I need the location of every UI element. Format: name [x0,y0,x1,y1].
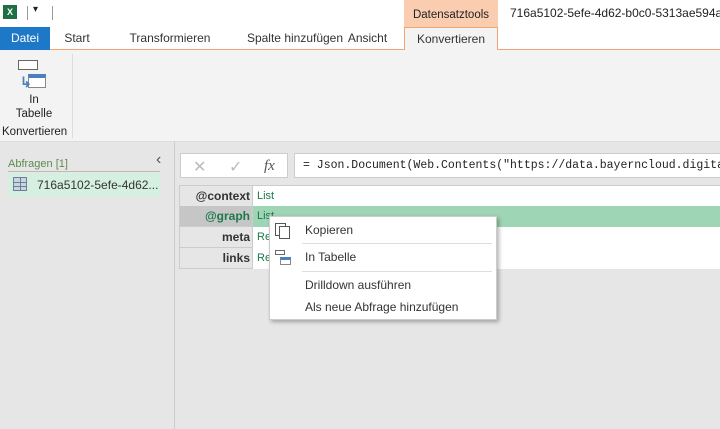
collapse-panel-icon[interactable]: ‹ [156,151,161,169]
tab-start[interactable]: Start [52,27,102,50]
cancel-icon[interactable]: ✕ [193,157,206,177]
ribbon-tabs: Datei Start Transformieren Spalte hinzuf… [0,27,720,51]
to-table-icon: ↳ [18,60,50,92]
excel-logo-icon: X [3,5,17,19]
title-bar: X ▾ Datensatztools 716a5102-5efe-4d62-b0… [0,0,720,27]
queries-panel: Abfragen [1] ‹ 716a5102-5efe-4d62... [0,142,175,429]
menu-item-als-neue-abfrage[interactable]: Als neue Abfrage hinzufügen [270,297,496,317]
record-row[interactable]: @context List [179,185,720,207]
formula-input[interactable]: = Json.Document(Web.Contents("https://da… [294,153,720,178]
tab-datei[interactable]: Datei [0,27,50,50]
formula-bar: ✕ ✓ fx = Json.Document(Web.Contents("htt… [180,153,720,178]
tab-transformieren[interactable]: Transformieren [110,27,230,50]
in-tabelle-button[interactable]: ↳ In Tabelle [4,58,64,122]
queries-header: Abfragen [1] [8,158,68,170]
context-menu: Kopieren In Tabelle Drilldown ausführen … [269,216,497,320]
query-item[interactable]: 716a5102-5efe-4d62... [8,173,160,197]
confirm-icon[interactable]: ✓ [229,157,242,177]
tab-ansicht[interactable]: Ansicht [340,27,395,50]
menu-item-drilldown[interactable]: Drilldown ausführen [270,275,496,295]
menu-item-kopieren[interactable]: Kopieren [270,220,496,240]
quick-access-dropdown-icon[interactable]: ▾ [33,4,38,15]
tab-spalte-hinzufuegen[interactable]: Spalte hinzufügen [240,27,350,50]
menu-item-in-tabelle[interactable]: In Tabelle [270,247,496,267]
context-tab-group: Datensatztools [404,0,498,27]
ribbon: ↳ In Tabelle Konvertieren [0,50,720,142]
fx-icon[interactable]: fx [264,158,275,175]
tab-konvertieren[interactable]: Konvertieren [404,27,498,51]
ribbon-group-label: Konvertieren [2,126,68,138]
window-title: 716a5102-5efe-4d62-b0c0-5313ae594a59 [510,6,720,20]
table-icon [13,177,27,191]
